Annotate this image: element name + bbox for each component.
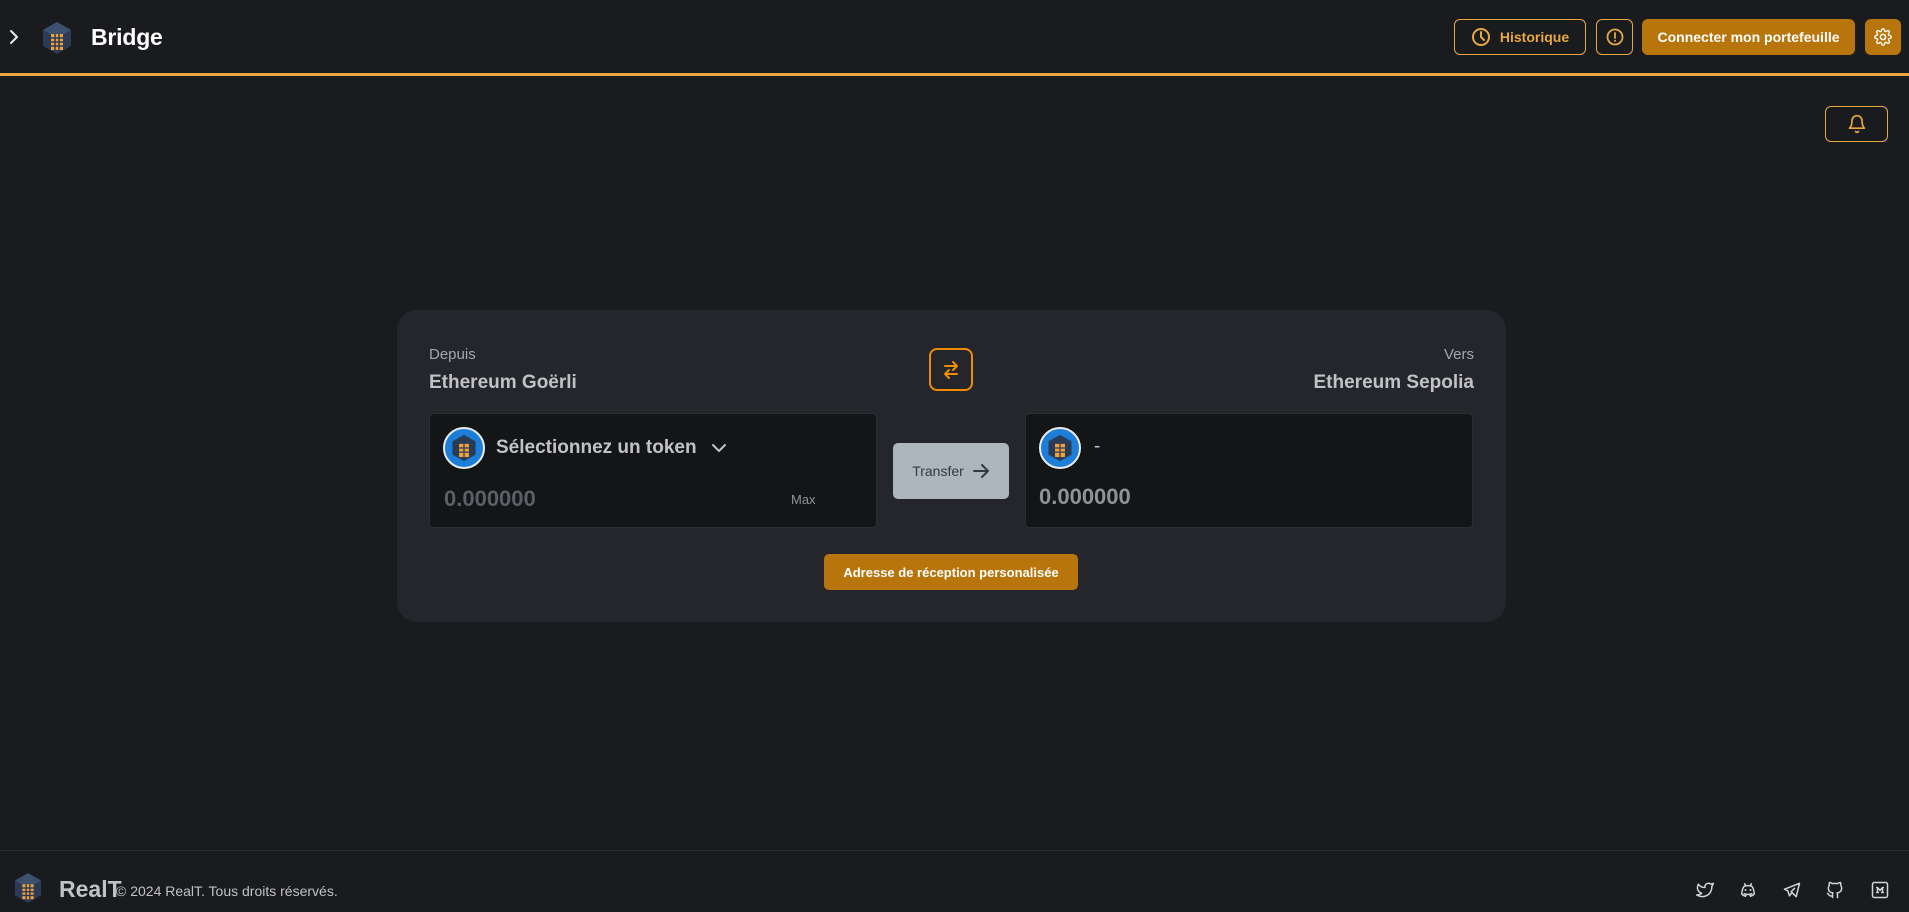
token-logo-icon xyxy=(443,427,485,469)
history-label: Historique xyxy=(1499,29,1570,45)
bell-icon xyxy=(1847,114,1867,134)
to-token-name: - xyxy=(1094,436,1101,457)
app-title: Bridge xyxy=(91,24,163,50)
realt-logo[interactable] xyxy=(14,872,42,904)
discord-icon[interactable] xyxy=(1735,877,1761,903)
token-select[interactable]: Sélectionnez un token xyxy=(496,437,727,459)
clock-icon xyxy=(1471,27,1491,47)
alert-circle-icon xyxy=(1606,28,1624,46)
swap-networks-button[interactable] xyxy=(929,348,973,391)
footer-brand: RealT xyxy=(59,876,122,902)
connect-wallet-button[interactable]: Connecter mon portefeuille xyxy=(1642,19,1855,55)
transfer-button[interactable]: Transfer xyxy=(893,443,1009,499)
footer: RealT © 2024 RealT. Tous droits réservés… xyxy=(0,850,1909,912)
to-amount: 0.000000 xyxy=(1039,484,1131,509)
history-button[interactable]: Historique xyxy=(1454,19,1586,55)
amount-input[interactable] xyxy=(444,484,744,514)
swap-arrows-icon xyxy=(940,359,962,381)
from-token-box: Sélectionnez un token Max xyxy=(429,413,877,528)
to-network: Ethereum Sepolia xyxy=(1313,372,1475,393)
from-network: Ethereum Goërli xyxy=(429,372,577,393)
max-button[interactable]: Max xyxy=(791,492,816,507)
notifications-button[interactable] xyxy=(1825,106,1888,142)
token-logo-icon xyxy=(1039,427,1081,469)
to-label: Vers xyxy=(1443,346,1474,363)
transfer-label: Transfer xyxy=(912,463,964,479)
realt-logo[interactable] xyxy=(42,21,72,55)
info-button[interactable] xyxy=(1596,19,1633,55)
token-select-label: Sélectionnez un token xyxy=(496,437,697,458)
to-token-box: - 0.000000 xyxy=(1025,413,1473,528)
chevron-down-icon xyxy=(711,443,727,453)
from-label: Depuis xyxy=(429,346,476,363)
medium-icon[interactable] xyxy=(1867,877,1893,903)
telegram-icon[interactable] xyxy=(1779,877,1805,903)
custom-address-button[interactable]: Adresse de réception personalisée xyxy=(824,554,1078,590)
settings-button[interactable] xyxy=(1865,19,1901,55)
arrow-right-icon xyxy=(972,463,990,479)
header: Bridge Historique Connecter mon portefeu… xyxy=(0,0,1909,76)
github-icon[interactable] xyxy=(1822,877,1848,903)
gear-icon xyxy=(1874,28,1892,46)
twitter-icon[interactable] xyxy=(1692,877,1718,903)
chevron-right-icon[interactable] xyxy=(4,26,24,48)
bridge-card: Depuis Ethereum Goërli Vers Ethereum Sep… xyxy=(397,310,1506,622)
footer-copyright: © 2024 RealT. Tous droits réservés. xyxy=(116,883,338,899)
